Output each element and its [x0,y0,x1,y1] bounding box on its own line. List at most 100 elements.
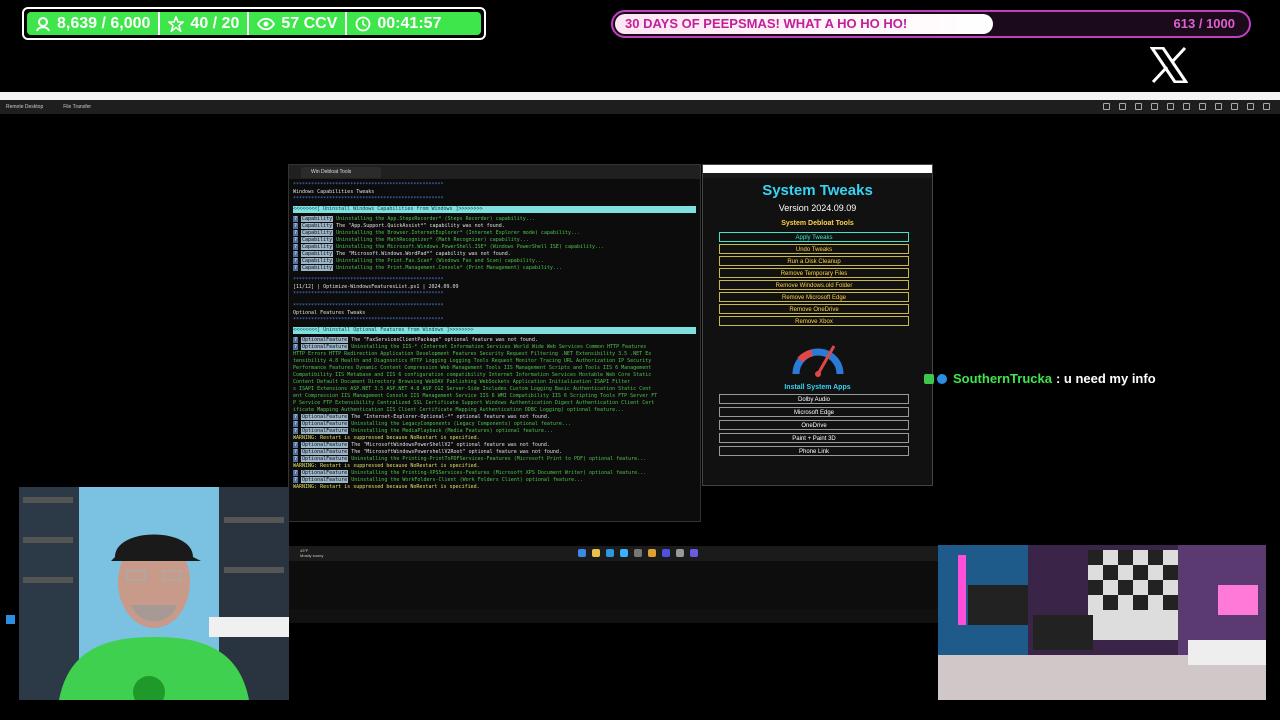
weather-widget[interactable]: 43°F Mostly sunny [300,548,323,558]
prompt-marker: ? [293,251,299,257]
section-bar: <<<<<<<<[ Uninstall Windows Capabilities… [293,206,696,213]
minimize-icon[interactable] [1247,103,1254,110]
tweak-button[interactable]: Remove Temporary Files [719,268,909,278]
display-icon[interactable] [1135,103,1142,110]
terminal-icon[interactable] [662,549,670,557]
capability-line: ? Capability Uninstalling the Print.Mana… [293,265,696,272]
edge-icon[interactable] [606,549,614,557]
prompt-marker: ? [293,456,299,462]
capability-text: Uninstalling the Browser.InternetExplore… [336,230,580,236]
terminal-tab[interactable]: Win Debloat Tools [301,166,381,178]
capability-label: Capability [301,237,334,243]
prompt-marker: ? [293,216,299,222]
terminal-titlebar: Win Debloat Tools [289,165,700,179]
feature-line: ? OptionalFeature Uninstalling the WorkF… [293,477,696,484]
capability-label: Capability [301,258,334,264]
section-bar: <<<<<<<<[ Uninstall Optional Features fr… [293,327,696,334]
remote-desktop-controls [1103,103,1270,110]
feature-text: Uninstalling the WorkFolders-Client (Wor… [351,477,583,483]
keyboard-icon[interactable] [1215,103,1222,110]
capability-label: Capability [301,251,334,257]
stream-stats-bar: 8,639 / 6,000 40 / 20 57 CCV 00:41:57 [22,7,486,40]
x-logo-icon [1150,47,1188,83]
terminal-output: ****************************************… [289,179,700,494]
remote-desktop-titlebar [0,92,1280,100]
folder-icon[interactable] [592,549,600,557]
close-icon[interactable] [1263,103,1270,110]
stat-uptime: 00:41:57 [347,12,449,35]
stat-viewers-value: 57 CCV [281,14,338,32]
feature-line: tensibility 4.8 Health and Diagnostics H… [293,358,696,365]
prompt-marker: ? [293,223,299,229]
tweak-button[interactable]: Undo Tweaks [719,244,909,254]
tweak-button[interactable]: Remove OneDrive [719,304,909,314]
tweak-button[interactable]: Run a Disk Cleanup [719,256,909,266]
store-icon[interactable] [620,549,628,557]
capability-text: The "Microsoft.Windows.WordPad*" capabil… [336,251,511,257]
apps-heading: Install System Apps [784,384,851,391]
feature-line: ? OptionalFeature The "Internet-Explorer… [293,414,696,421]
screenshot-icon[interactable] [1183,103,1190,110]
feature-text: WARNING: Restart is suppressed because N… [293,484,480,490]
info-icon[interactable] [1103,103,1110,110]
webcam-streamer [19,487,289,700]
install-app-button[interactable]: Paint + Paint 3D [719,433,909,443]
feature-label: OptionalFeature [301,442,349,448]
goal-progress-bar: 30 DAYS OF PEEPSMAS! WHAT A HO HO HO! 61… [611,10,1251,38]
feature-text: The "FaxServicesClientPackage" optional … [351,337,538,343]
capability-line: ? Capability Uninstalling the MathRecogn… [293,237,696,244]
feature-text: P Service FTP Extensibility Centralized … [293,400,655,406]
feature-line: Performance Features Dynamic Content Com… [293,365,696,372]
tweak-button[interactable]: Apply Tweaks [719,232,909,242]
feature-text: ent Compression IIS Management Console I… [293,393,658,399]
install-app-button[interactable]: Microsoft Edge [719,407,909,417]
system-tweaks-window[interactable]: System Tweaks Version 2024.09.09 System … [702,164,933,486]
tab-file-transfer[interactable]: File Transfer [63,104,91,110]
chat-username: SouthernTrucka [953,371,1052,386]
stat-followers-value: 8,639 / 6,000 [57,14,151,32]
capability-line: ? Capability Uninstalling the Print.Fax.… [293,258,696,265]
install-app-button[interactable]: Phone Link [719,446,909,456]
feature-text: The "Internet-Explorer-Optional-*" optio… [351,414,550,420]
discord-icon[interactable] [690,549,698,557]
goal-title: 30 DAYS OF PEEPSMAS! WHAT A HO HO HO! [625,16,908,31]
chat-icon[interactable] [1151,103,1158,110]
settings-icon[interactable] [634,549,642,557]
stat-viewers: 57 CCV [249,12,348,35]
debloat-heading: System Debloat Tools [781,220,854,227]
chat-message: SouthernTrucka : u need my info [924,371,1156,386]
capability-lines: ? Capability Uninstalling the App.StepsR… [293,216,696,272]
capability-label: Capability [301,230,334,236]
tweak-button[interactable]: Remove Windows.old Folder [719,280,909,290]
tab-remote-desktop[interactable]: Remote Desktop [6,104,43,110]
window-icon[interactable] [1199,103,1206,110]
feature-line: WARNING: Restart is suppressed because N… [293,435,696,442]
desktop-area [288,561,938,609]
capability-text: Uninstalling the MathRecognizer* (Math R… [336,237,529,243]
divider: ****************************************… [293,277,444,283]
install-app-button[interactable]: OneDrive [719,420,909,430]
lock-icon[interactable] [1119,103,1126,110]
tweak-button[interactable]: Remove Xbox [719,316,909,326]
terminal-window[interactable]: Win Debloat Tools **********************… [288,164,701,522]
prompt-marker: ? [293,477,299,483]
feature-text: WARNING: Restart is suppressed because N… [293,435,480,441]
tweak-button[interactable]: Remove Microsoft Edge [719,292,909,302]
capability-line: ? Capability Uninstalling the App.StepsR… [293,216,696,223]
install-app-button[interactable]: Dolby Audio [719,394,909,404]
stat-subs: 40 / 20 [160,12,250,35]
divider: ****************************************… [293,182,444,188]
feature-text: Uninstalling the IIS-* (Internet Informa… [351,344,647,350]
start-icon[interactable] [578,549,586,557]
app-icon[interactable] [676,549,684,557]
chrome-icon[interactable] [648,549,656,557]
capability-label: Capability [301,265,334,271]
settings-icon[interactable] [1167,103,1174,110]
feature-text: Uninstalling the LegacyComponents (Legac… [351,421,571,427]
taskbar: 43°F Mostly sunny [288,546,938,561]
chat-text: : u need my info [1055,371,1156,386]
tweaks-titlebar [703,165,932,173]
fullscreen-icon[interactable] [1231,103,1238,110]
feature-line: WARNING: Restart is suppressed because N… [293,484,696,491]
feature-text: Compatibility IIS Metabase and IIS 6 con… [293,372,652,378]
